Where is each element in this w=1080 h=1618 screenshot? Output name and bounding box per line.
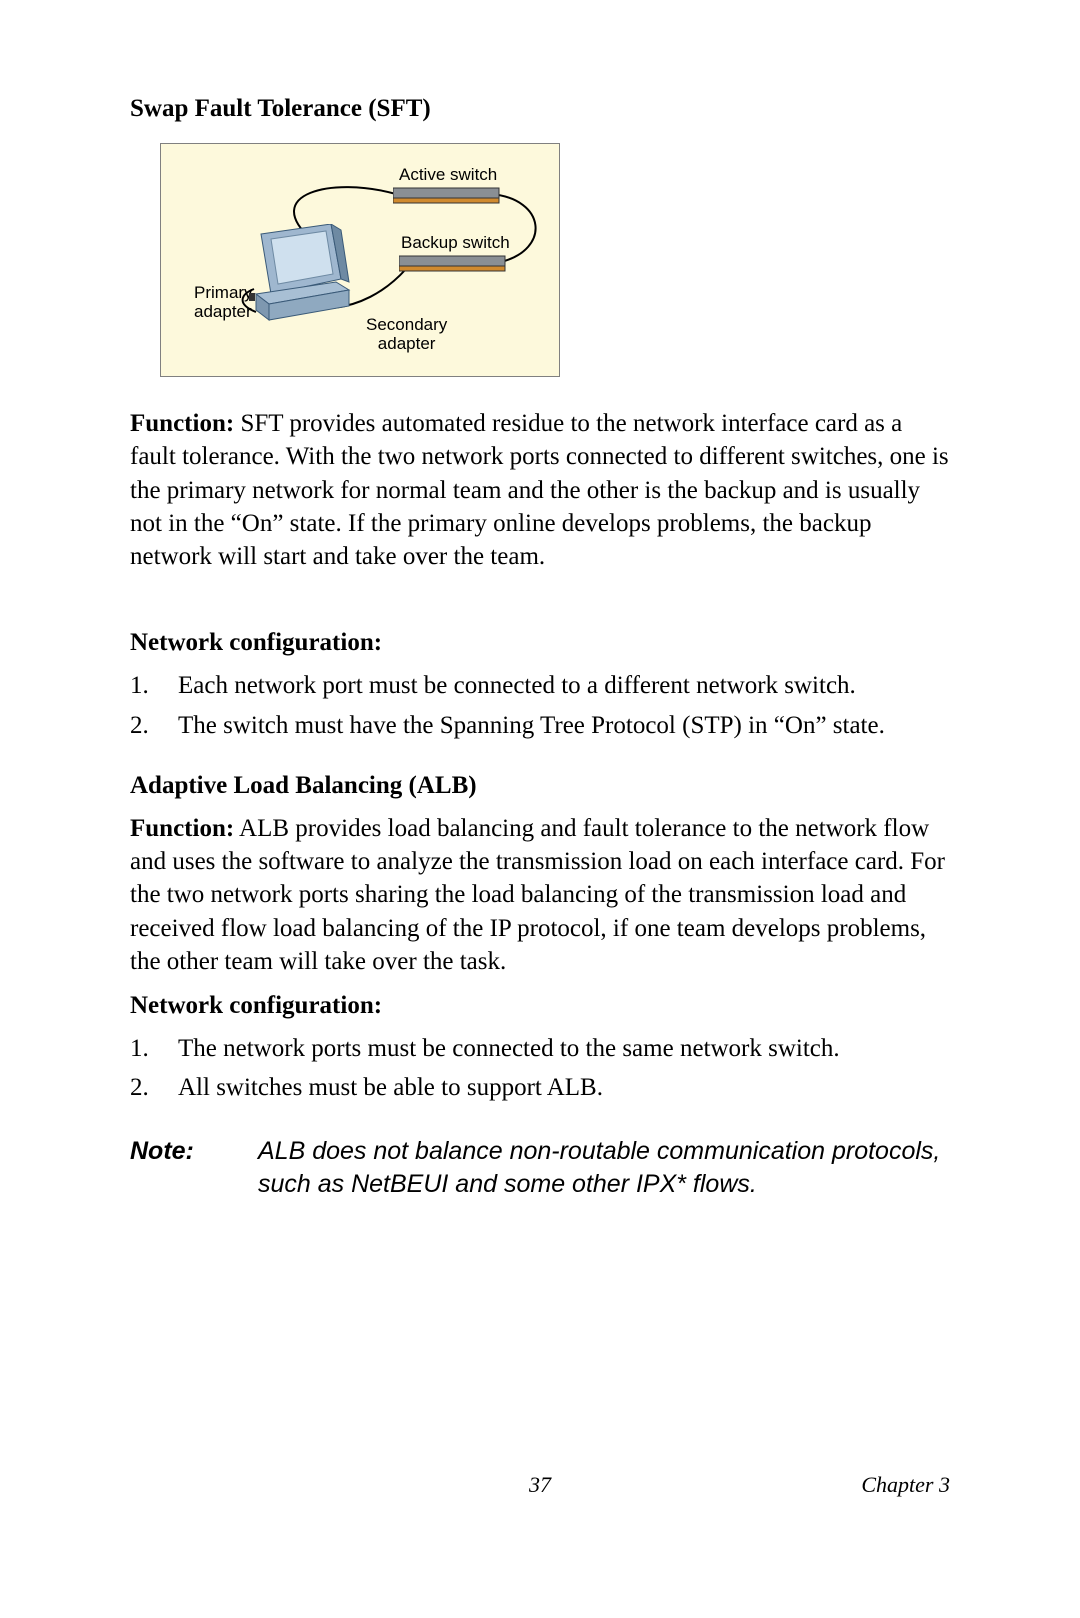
list-item: 1. The network ports must be connected t… bbox=[130, 1032, 950, 1065]
list-item: 2. All switches must be able to support … bbox=[130, 1071, 950, 1104]
page-content: Swap Fault Tolerance (SFT) bbox=[130, 95, 950, 1201]
diagram-label-primary-1: Primary bbox=[194, 283, 253, 302]
chapter-label: Chapter 3 bbox=[861, 1472, 950, 1498]
list-text: The network ports must be connected to t… bbox=[178, 1032, 950, 1065]
sft-diagram: Active switch Backup switch Primary adap… bbox=[160, 143, 560, 377]
sft-function-paragraph: Function: SFT provides automated residue… bbox=[130, 407, 950, 573]
alb-netconf-list: 1. The network ports must be connected t… bbox=[130, 1032, 950, 1105]
function-body: SFT provides automated residue to the ne… bbox=[130, 410, 949, 570]
function-label: Function: bbox=[130, 410, 234, 437]
function-body: ALB provides load balancing and fault to… bbox=[130, 815, 945, 975]
sft-heading: Swap Fault Tolerance (SFT) bbox=[130, 95, 950, 123]
backup-switch-icon bbox=[399, 254, 509, 274]
alb-function-paragraph: Function: ALB provides load balancing an… bbox=[130, 812, 950, 978]
list-text: Each network port must be connected to a… bbox=[178, 669, 950, 702]
diagram-label-active-switch: Active switch bbox=[399, 166, 497, 185]
page-number: 37 bbox=[529, 1472, 551, 1498]
diagram-label-backup-switch: Backup switch bbox=[401, 234, 510, 253]
alb-heading: Adaptive Load Balancing (ALB) bbox=[130, 772, 950, 800]
sft-netconf-heading: Network configuration: bbox=[130, 629, 950, 657]
sft-netconf-list: 1. Each network port must be connected t… bbox=[130, 669, 950, 742]
function-label: Function: bbox=[130, 815, 234, 842]
list-item: 2. The switch must have the Spanning Tre… bbox=[130, 709, 950, 742]
page-footer: 37 Chapter 3 bbox=[130, 1472, 950, 1498]
list-text: All switches must be able to support ALB… bbox=[178, 1071, 950, 1104]
alb-netconf-heading: Network configuration: bbox=[130, 992, 950, 1020]
list-ordinal: 1. bbox=[130, 1032, 178, 1065]
diagram-label-secondary-1: Secondary bbox=[366, 315, 447, 334]
diagram-label-secondary-2: adapter bbox=[378, 334, 436, 353]
diagram-label-primary-2: adapter bbox=[194, 302, 252, 321]
diagram-label-primary-adapter: Primary adapter bbox=[194, 284, 253, 321]
active-switch-icon bbox=[393, 186, 503, 206]
tick-icon bbox=[249, 289, 269, 309]
list-ordinal: 2. bbox=[130, 709, 178, 742]
note-block: Note: ALB does not balance non-routable … bbox=[130, 1135, 950, 1202]
diagram-label-secondary-adapter: Secondary adapter bbox=[366, 316, 447, 353]
computer-icon bbox=[241, 224, 361, 334]
list-ordinal: 2. bbox=[130, 1071, 178, 1104]
list-ordinal: 1. bbox=[130, 669, 178, 702]
note-body: ALB does not balance non-routable commun… bbox=[258, 1135, 950, 1202]
note-label: Note: bbox=[130, 1135, 258, 1202]
list-text: The switch must have the Spanning Tree P… bbox=[178, 709, 950, 742]
list-item: 1. Each network port must be connected t… bbox=[130, 669, 950, 702]
